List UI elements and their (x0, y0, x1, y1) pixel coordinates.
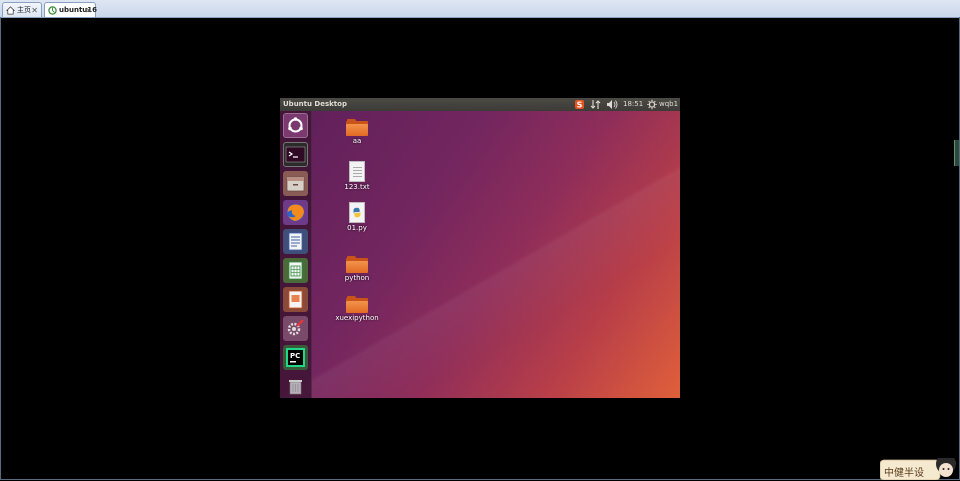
tab-ubuntu16[interactable]: ubuntu16 ✕ (44, 2, 97, 18)
folder-icon (346, 256, 368, 273)
desktop-icon-01-py[interactable]: 01.py (327, 202, 387, 232)
user-name[interactable]: wqb1 (659, 98, 678, 111)
host-tab-strip: 主页 ✕ ubuntu16 ✕ (0, 0, 960, 18)
desktop-icon-label: aa (352, 137, 362, 145)
vm-icon (48, 6, 57, 15)
trash-icon[interactable] (283, 373, 308, 398)
desktop-icon-label: 01.py (347, 224, 367, 232)
folder-icon (346, 119, 368, 136)
desktop-icon-123-txt[interactable]: 123.txt (327, 161, 387, 191)
sogou-input-icon[interactable]: S (574, 98, 586, 111)
volume-icon[interactable] (606, 98, 618, 111)
ubuntu-dash-icon[interactable] (283, 113, 308, 138)
home-icon (6, 6, 15, 15)
pycharm-icon[interactable]: PC (283, 345, 308, 370)
impress-icon[interactable] (283, 287, 308, 312)
ubuntu-top-panel: Ubuntu Desktop S 18:51 wqb1 (280, 98, 680, 111)
vm-screen[interactable]: Ubuntu Desktop S 18:51 wqb1 PC aa 123.tx… (280, 98, 680, 398)
folder-icon (346, 296, 368, 313)
watermark-badge: 中健半设 (880, 458, 956, 480)
desktop-icon-xuexipython[interactable]: xuexipython (327, 296, 387, 322)
close-icon[interactable]: ✕ (31, 3, 38, 18)
window-title: Ubuntu Desktop (283, 100, 347, 108)
desktop-icon-label: 123.txt (344, 183, 370, 191)
unity-launcher: PC (280, 111, 312, 398)
system-settings-icon[interactable] (283, 316, 308, 341)
desktop-icon-aa[interactable]: aa (327, 119, 387, 145)
svg-text:PC: PC (290, 352, 300, 360)
desktop-icon-label: python (344, 274, 370, 282)
tab-home[interactable]: 主页 ✕ (2, 2, 42, 17)
text-file-icon (349, 161, 365, 182)
desktop-background[interactable] (280, 111, 680, 398)
desktop-icon-label: xuexipython (335, 314, 379, 322)
python-file-icon (349, 202, 365, 223)
close-icon[interactable]: ✕ (85, 3, 92, 18)
calc-icon[interactable] (283, 258, 308, 283)
tab-home-label: 主页 (17, 6, 31, 14)
files-icon[interactable] (283, 171, 308, 196)
network-icon[interactable] (590, 98, 601, 111)
gear-icon[interactable] (647, 98, 657, 111)
writer-icon[interactable] (283, 229, 308, 254)
clock[interactable]: 18:51 (623, 98, 643, 111)
side-panel-grip[interactable] (954, 140, 959, 166)
firefox-icon[interactable] (283, 200, 308, 225)
terminal-icon[interactable] (283, 142, 308, 167)
svg-text:S: S (577, 101, 583, 110)
watermark-text: 中健半设 (884, 468, 924, 479)
desktop-icon-python[interactable]: python (327, 256, 387, 282)
